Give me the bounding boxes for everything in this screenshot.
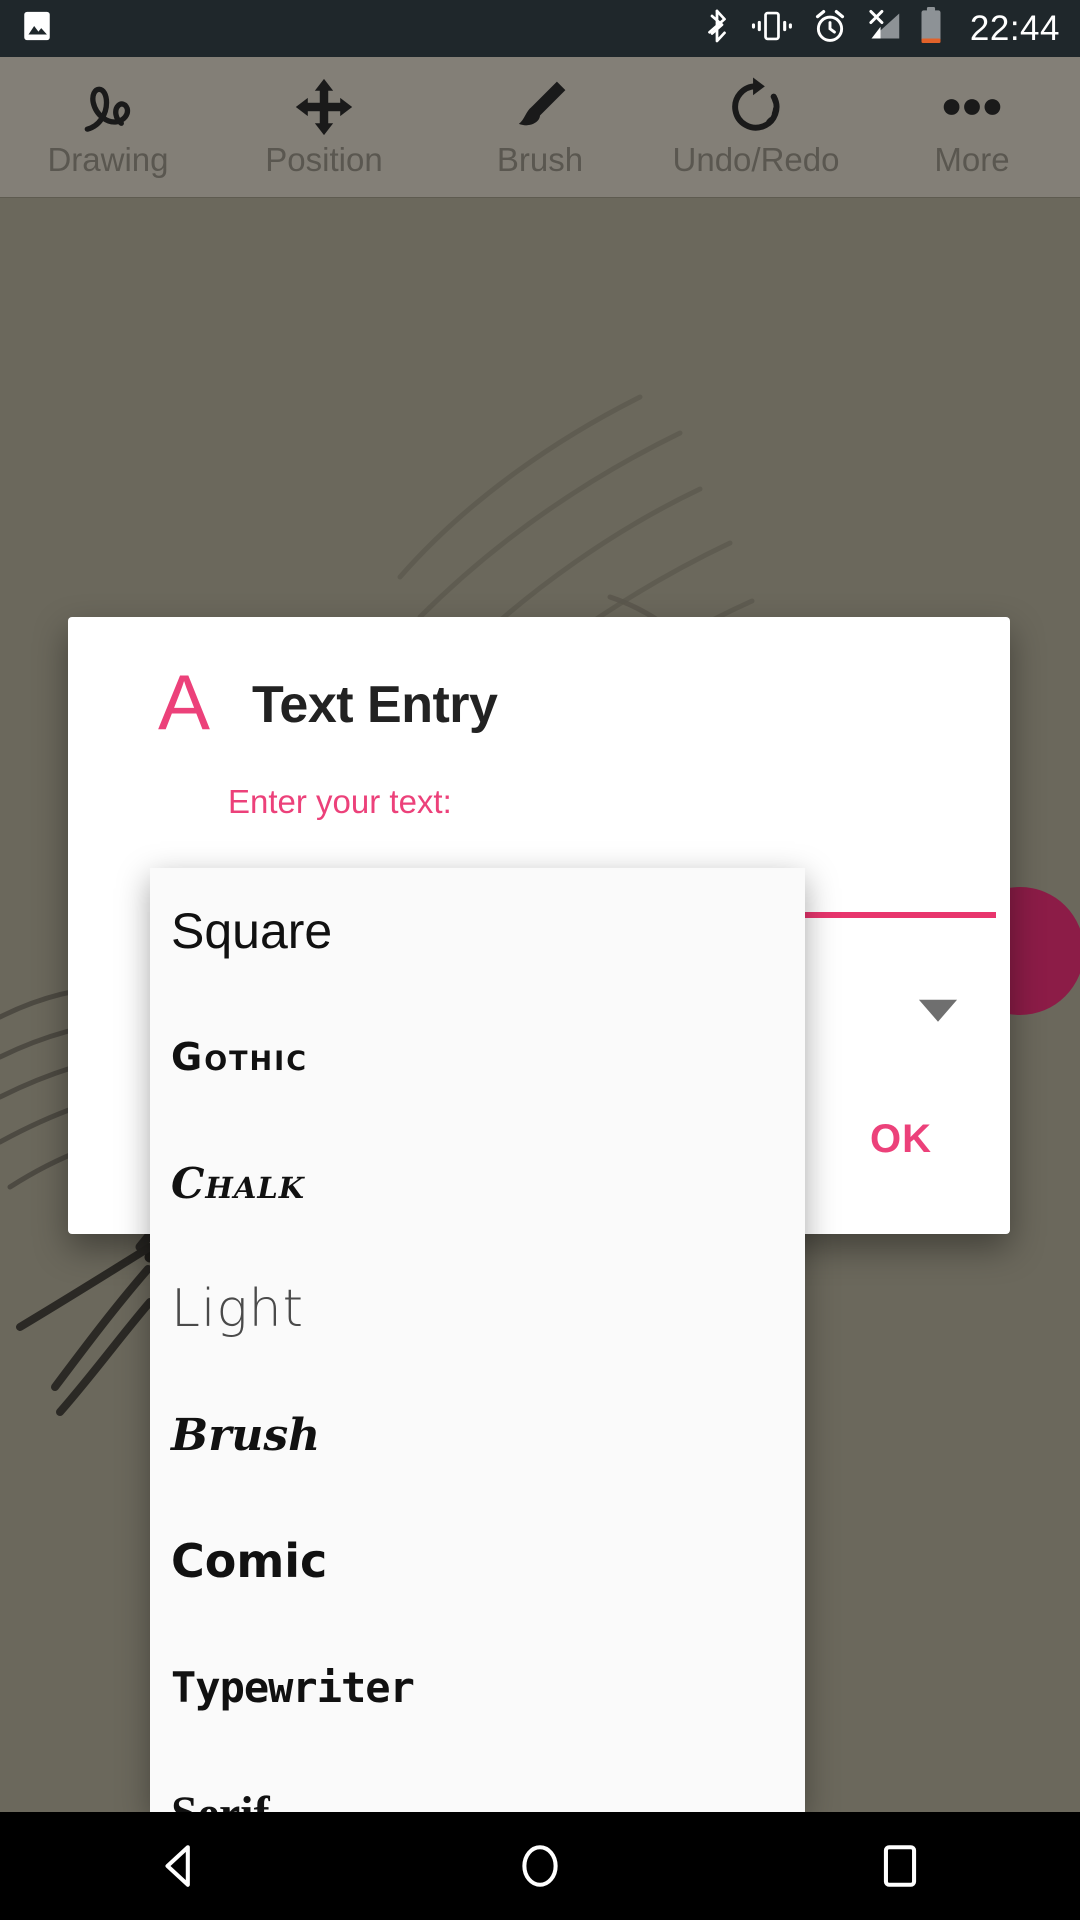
move-arrows-icon: [291, 76, 357, 138]
home-button[interactable]: [470, 1812, 610, 1920]
alarm-icon: [812, 8, 848, 49]
android-nav-bar: [0, 1812, 1080, 1920]
toolbar-label-position: Position: [265, 140, 383, 178]
toolbar-item-undo-redo[interactable]: Undo/Redo: [648, 57, 864, 197]
vibrate-icon: [750, 10, 794, 47]
toolbar-item-drawing[interactable]: Drawing: [0, 57, 216, 197]
scribble-icon: [72, 76, 144, 138]
toolbar-item-more[interactable]: More: [864, 57, 1080, 197]
gallery-image-icon: [20, 9, 54, 48]
font-dropdown-list[interactable]: Square Gothic Chalk Light Brush Comic Ty…: [150, 868, 805, 1812]
dialog-subtitle: Enter your text:: [228, 783, 452, 820]
back-button[interactable]: [110, 1812, 250, 1920]
toolbar-label-undo-redo: Undo/Redo: [672, 140, 840, 178]
toolbar-item-brush[interactable]: Brush: [432, 57, 648, 197]
undo-redo-icon: [725, 76, 787, 138]
list-item[interactable]: Chalk: [150, 1120, 805, 1246]
status-bar: 22:44: [0, 0, 1080, 57]
toolbar-label-brush: Brush: [496, 140, 584, 178]
paintbrush-icon: [507, 76, 573, 138]
list-item[interactable]: Gothic: [150, 994, 805, 1120]
status-bar-right: 22:44: [702, 7, 1060, 50]
list-item[interactable]: Brush: [150, 1372, 805, 1498]
status-bar-clock: 22:44: [969, 8, 1060, 48]
screen: 22:44 Drawing Position Brush Undo/Redo M…: [0, 0, 1080, 1920]
toolbar-item-position[interactable]: Position: [216, 57, 432, 197]
app-toolbar: Drawing Position Brush Undo/Redo More: [0, 57, 1080, 197]
toolbar-label-drawing: Drawing: [47, 140, 169, 178]
list-item[interactable]: Serif: [150, 1750, 805, 1813]
recents-button[interactable]: [830, 1812, 970, 1920]
chevron-down-icon[interactable]: [916, 995, 960, 1030]
status-bar-left: [20, 9, 54, 48]
signal-no-sim-icon: [866, 8, 902, 49]
text-entry-a-icon: A: [158, 658, 211, 746]
dialog-header: A Text Entry: [68, 617, 1010, 741]
bluetooth-icon: [702, 8, 732, 49]
toolbar-label-more: More: [934, 140, 1010, 178]
dialog-title: Text Entry: [252, 676, 498, 734]
list-item[interactable]: Typewriter: [150, 1624, 805, 1750]
battery-low-icon: [920, 7, 942, 50]
list-item[interactable]: Light: [150, 1246, 805, 1372]
list-item[interactable]: Comic: [150, 1498, 805, 1624]
more-dots-icon: [937, 76, 1007, 138]
list-item[interactable]: Square: [150, 868, 805, 994]
ok-button[interactable]: OK: [870, 1117, 932, 1162]
